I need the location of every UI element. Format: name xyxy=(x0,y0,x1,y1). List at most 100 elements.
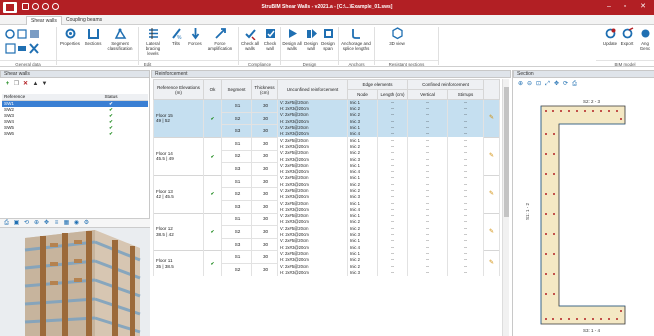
zoom-out-icon[interactable]: ⊖ xyxy=(526,81,533,88)
floor-edit-cell: ✎ xyxy=(483,212,500,251)
delete-icon[interactable]: ✕ xyxy=(22,81,29,88)
floor-edit-cell: ✎ xyxy=(483,99,500,138)
design-wall-button[interactable]: Design wall xyxy=(303,27,319,51)
print-section-icon[interactable]: ⎙ xyxy=(571,81,578,88)
window-title: StruBIM Shear Walls - v2021.a - [C:\...\… xyxy=(261,4,393,10)
settings-icon xyxy=(641,29,649,38)
segment-name: S3 xyxy=(221,237,252,251)
print-icon[interactable]: ⎙ xyxy=(3,220,10,227)
pan-view-icon[interactable]: ✥ xyxy=(553,81,560,88)
close-icon[interactable]: ✕ xyxy=(637,2,649,12)
copy-icon[interactable]: ❐ xyxy=(13,81,20,88)
segment-thickness: 30 xyxy=(251,250,278,264)
vertical-scrollbar[interactable] xyxy=(502,79,509,336)
wall-reference: SW6 xyxy=(4,131,14,136)
lateral-bracing-button[interactable]: Lateral bracing levels xyxy=(140,27,166,56)
3d-view-button[interactable]: 3D view xyxy=(382,27,412,46)
redraw-icon[interactable]: ⟳ xyxy=(562,81,569,88)
floor-edit-cell: ✎ xyxy=(483,250,500,277)
edit-pencil-icon[interactable]: ✎ xyxy=(489,115,494,121)
segment-name: S3 xyxy=(221,124,252,138)
segment-thickness: 30 xyxy=(251,225,278,239)
scrollbar-thumb[interactable] xyxy=(504,87,509,217)
header-edit xyxy=(483,79,500,100)
update-button[interactable]: Update xyxy=(602,27,618,46)
group-design: Design xyxy=(281,60,338,67)
reinforcement-table: Reference Elevations (m) Ok Segment Thic… xyxy=(153,79,500,277)
segment-thickness: 30 xyxy=(251,237,278,251)
tab-coupling-beams[interactable]: Coupling beams xyxy=(62,16,106,25)
section-drawing[interactable] xyxy=(513,94,654,336)
sections-button[interactable]: Sections xyxy=(83,27,103,46)
segment-name: S1 xyxy=(221,99,252,113)
edit-pencil-icon[interactable]: ✎ xyxy=(489,191,494,197)
grid-icon[interactable]: ▦ xyxy=(63,220,70,227)
confined-stirrups: -- xyxy=(447,269,484,277)
segment-name: S3 xyxy=(221,199,252,214)
forces-button[interactable]: Forces xyxy=(186,27,204,46)
design-span-button[interactable]: Design span xyxy=(320,27,336,51)
view-icon[interactable]: ▣ xyxy=(13,220,20,227)
settings-small-icon[interactable]: ⚙ xyxy=(83,220,90,227)
segment-name: S3 xyxy=(221,162,252,176)
group-general-data: General data xyxy=(0,60,56,67)
segment-classification-button[interactable]: Segment classification xyxy=(105,27,135,51)
segment-thickness: 30 xyxy=(251,124,278,138)
unconfined-reinforcement: H: 2x#3@20cm xyxy=(277,269,348,277)
design-all-walls-button[interactable]: Design all walls xyxy=(282,27,302,51)
segment-name: S2 xyxy=(221,111,252,125)
edit-pencil-icon[interactable]: ✎ xyxy=(489,229,494,235)
export-button[interactable]: Export xyxy=(619,27,635,46)
rotate-icon[interactable]: ⟲ xyxy=(23,220,30,227)
general-data-icons[interactable] xyxy=(4,28,44,58)
settings-button[interactable]: Ang Genc xyxy=(637,27,653,51)
check-wall-button[interactable]: Check wall xyxy=(261,27,279,51)
zoom-in-icon[interactable]: ⊕ xyxy=(517,81,524,88)
add-icon[interactable]: + xyxy=(4,81,11,88)
reinforcement-panel: Reinforcement Reference Elevations (m) O… xyxy=(151,70,511,336)
tilts-button[interactable]: % Tilts xyxy=(168,27,184,46)
camera-icon[interactable]: ◉ xyxy=(73,220,80,227)
group-resistant-sections: Resistant sections xyxy=(375,60,438,67)
segment-thickness: 30 xyxy=(251,162,278,176)
move-up-icon[interactable]: ▲ xyxy=(32,81,39,88)
floor-edit-cell: ✎ xyxy=(483,174,500,214)
ok-check-icon: ✔ xyxy=(203,250,222,277)
check-wall-icon xyxy=(265,29,275,38)
update-icon xyxy=(605,28,615,39)
zoom-extents-icon[interactable]: ⤢ xyxy=(544,81,551,88)
floor-elevations: 42 | 45.5 xyxy=(156,194,174,200)
segment-thickness: 30 xyxy=(251,174,278,188)
segment-name: S1 xyxy=(221,250,252,264)
check-all-walls-button[interactable]: Check all walls xyxy=(240,27,260,51)
table-row[interactable]: SW6 ✔ xyxy=(2,131,148,137)
anchorage-icon xyxy=(351,29,360,39)
edge-node: Inic 3 xyxy=(347,269,378,277)
force-amplification-button[interactable]: Force amplification xyxy=(205,27,235,51)
pan-icon[interactable]: ✥ xyxy=(43,220,50,227)
ribbon: Properties Sections Segment classificati… xyxy=(0,25,654,67)
edit-pencil-icon[interactable]: ✎ xyxy=(489,153,494,159)
zoom-icon[interactable]: ⊕ xyxy=(33,220,40,227)
forces-icon xyxy=(191,28,199,40)
anchorage-button[interactable]: Anchorage and splice lengths xyxy=(340,27,372,51)
segment-thickness: 30 xyxy=(251,262,278,277)
tab-shear-walls[interactable]: Shear walls xyxy=(26,16,62,25)
zoom-window-icon[interactable]: ⊡ xyxy=(535,81,542,88)
ok-check-icon: ✔ xyxy=(203,99,222,138)
edit-pencil-icon[interactable]: ✎ xyxy=(489,260,494,266)
design-span-icon xyxy=(323,29,333,38)
maximize-icon[interactable]: ▫ xyxy=(619,2,631,12)
properties-button[interactable]: Properties xyxy=(59,27,81,46)
design-wall-icon xyxy=(306,29,317,38)
minimize-icon[interactable]: – xyxy=(603,2,615,12)
layers-icon[interactable]: ≡ xyxy=(53,220,60,227)
segment-name: S2 xyxy=(221,225,252,239)
building-3d-view[interactable] xyxy=(0,228,150,336)
design-all-icon xyxy=(288,29,297,38)
move-down-icon[interactable]: ▼ xyxy=(41,81,48,88)
section-label-top: S2: 2 - 3 xyxy=(583,99,601,104)
header-confined: Confined reinforcement xyxy=(407,79,484,90)
floor-elevations: 38.5 | 42 xyxy=(156,231,174,237)
header-thickness: Thickness (cm) xyxy=(251,79,278,100)
